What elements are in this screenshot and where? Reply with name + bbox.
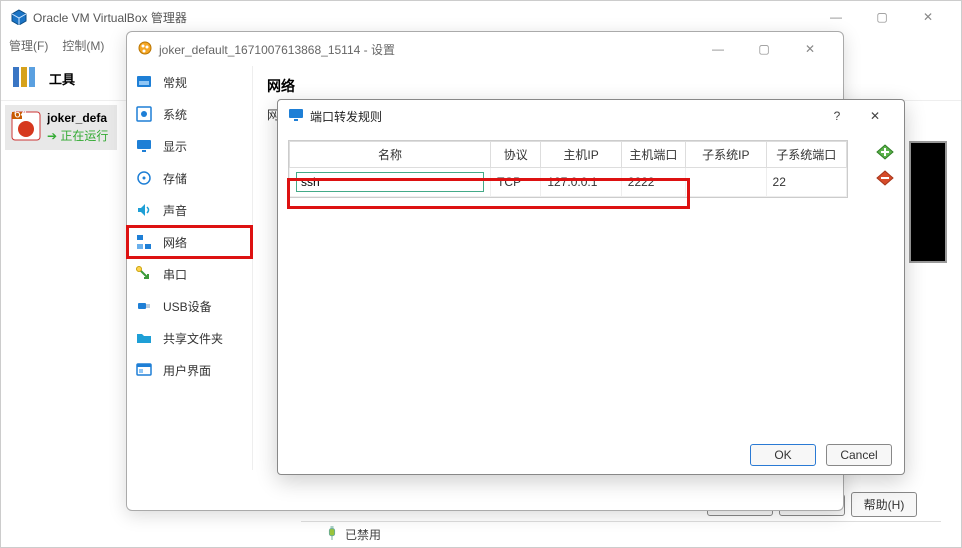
general-icon (135, 73, 153, 91)
sidebar-item-network[interactable]: 网络 (127, 226, 252, 258)
col-protocol[interactable]: 协议 (491, 142, 541, 168)
sidebar-item-user-interface[interactable]: 用户界面 (127, 354, 252, 386)
col-guest-ip[interactable]: 子系统IP (686, 142, 766, 168)
sidebar-item-label: 声音 (163, 202, 187, 219)
col-host-port[interactable]: 主机端口 (621, 142, 685, 168)
audio-icon (135, 201, 153, 219)
rule-protocol-cell[interactable]: TCP (491, 168, 541, 197)
main-window-title: Oracle VM VirtualBox 管理器 (33, 9, 813, 26)
settings-minimize-button[interactable]: — (695, 34, 741, 64)
pf-title: 端口转发规则 (310, 108, 818, 125)
sidebar-item-system[interactable]: 系统 (127, 98, 252, 130)
tools-icon (11, 64, 41, 93)
plug-icon (325, 526, 339, 543)
usb-icon (135, 297, 153, 315)
sidebar-item-label: USB设备 (163, 298, 212, 315)
sidebar-item-display[interactable]: 显示 (127, 130, 252, 162)
settings-help-button[interactable]: 帮助(H) (851, 492, 917, 517)
svg-text:64: 64 (14, 111, 28, 121)
vm-list-item[interactable]: 64 joker_defa ➔ 正在运行 (5, 105, 117, 150)
rule-guest-ip-cell[interactable] (686, 168, 766, 197)
sidebar-item-label: 串口 (163, 266, 187, 283)
display-icon (135, 137, 153, 155)
vm-os-icon: 64 (11, 111, 41, 144)
col-guest-port[interactable]: 子系统端口 (766, 142, 846, 168)
pf-table: 名称 协议 主机IP 主机端口 子系统IP 子系统端口 TCP 127.0.0.… (288, 140, 848, 198)
pf-titlebar: 端口转发规则 ? ✕ (278, 100, 904, 132)
ui-icon (135, 361, 153, 379)
serial-icon (135, 265, 153, 283)
settings-window-title: joker_default_1671007613868_15114 - 设置 (159, 41, 695, 58)
network-icon (135, 233, 153, 251)
settings-close-button[interactable]: ✕ (787, 34, 833, 64)
vm-preview-thumbnail[interactable] (909, 141, 947, 263)
table-row[interactable]: TCP 127.0.0.1 2222 22 (290, 168, 847, 197)
rule-host-port-cell[interactable]: 2222 (621, 168, 685, 197)
sidebar-item-usb[interactable]: USB设备 (127, 290, 252, 322)
settings-sidebar: 常规 系统 显示 存储 声音 网络 (127, 66, 253, 470)
sidebar-item-general[interactable]: 常规 (127, 66, 252, 98)
sidebar-item-storage[interactable]: 存储 (127, 162, 252, 194)
tools-label: 工具 (49, 69, 75, 88)
main-titlebar: Oracle VM VirtualBox 管理器 — ▢ ✕ (1, 1, 961, 33)
disabled-label: 已禁用 (345, 526, 381, 543)
sidebar-item-label: 网络 (163, 234, 187, 251)
sidebar-item-label: 用户界面 (163, 362, 211, 379)
rule-guest-port-cell[interactable]: 22 (766, 168, 846, 197)
col-host-ip[interactable]: 主机IP (541, 142, 621, 168)
maximize-button[interactable]: ▢ (859, 2, 905, 32)
col-name[interactable]: 名称 (290, 142, 491, 168)
menu-manage[interactable]: 管理(F) (9, 37, 48, 54)
rule-name-input[interactable] (296, 172, 484, 192)
sidebar-item-label: 常规 (163, 74, 187, 91)
tools-button[interactable]: 工具 (11, 64, 75, 93)
rule-host-ip-cell[interactable]: 127.0.0.1 (541, 168, 621, 197)
settings-maximize-button[interactable]: ▢ (741, 34, 787, 64)
vm-name: joker_defa (47, 111, 108, 125)
storage-icon (135, 169, 153, 187)
system-icon (135, 105, 153, 123)
remove-rule-button[interactable] (874, 168, 896, 188)
add-rule-button[interactable] (874, 142, 896, 162)
pf-close-button[interactable]: ✕ (856, 102, 894, 130)
settings-app-icon (137, 40, 153, 59)
sidebar-item-label: 显示 (163, 138, 187, 155)
pf-app-icon (288, 107, 304, 126)
sidebar-item-shared-folders[interactable]: 共享文件夹 (127, 322, 252, 354)
sidebar-item-label: 存储 (163, 170, 187, 187)
pf-help-button[interactable]: ? (818, 102, 856, 130)
pf-ok-button[interactable]: OK (750, 444, 816, 466)
port-forwarding-dialog: 端口转发规则 ? ✕ 名称 协议 主机IP 主机端口 子系统IP 子系统端口 (277, 99, 905, 475)
minimize-button[interactable]: — (813, 2, 859, 32)
menu-control[interactable]: 控制(M) (62, 37, 104, 54)
pf-cancel-button[interactable]: Cancel (826, 444, 892, 466)
sidebar-item-label: 系统 (163, 106, 187, 123)
sidebar-item-serial[interactable]: 串口 (127, 258, 252, 290)
virtualbox-app-icon (11, 9, 27, 25)
sidebar-item-audio[interactable]: 声音 (127, 194, 252, 226)
settings-titlebar: joker_default_1671007613868_15114 - 设置 —… (127, 32, 843, 66)
settings-content-heading: 网络 (267, 76, 829, 96)
vm-status: ➔ 正在运行 (47, 127, 108, 144)
sidebar-item-label: 共享文件夹 (163, 330, 223, 347)
close-button[interactable]: ✕ (905, 2, 951, 32)
folder-icon (135, 329, 153, 347)
